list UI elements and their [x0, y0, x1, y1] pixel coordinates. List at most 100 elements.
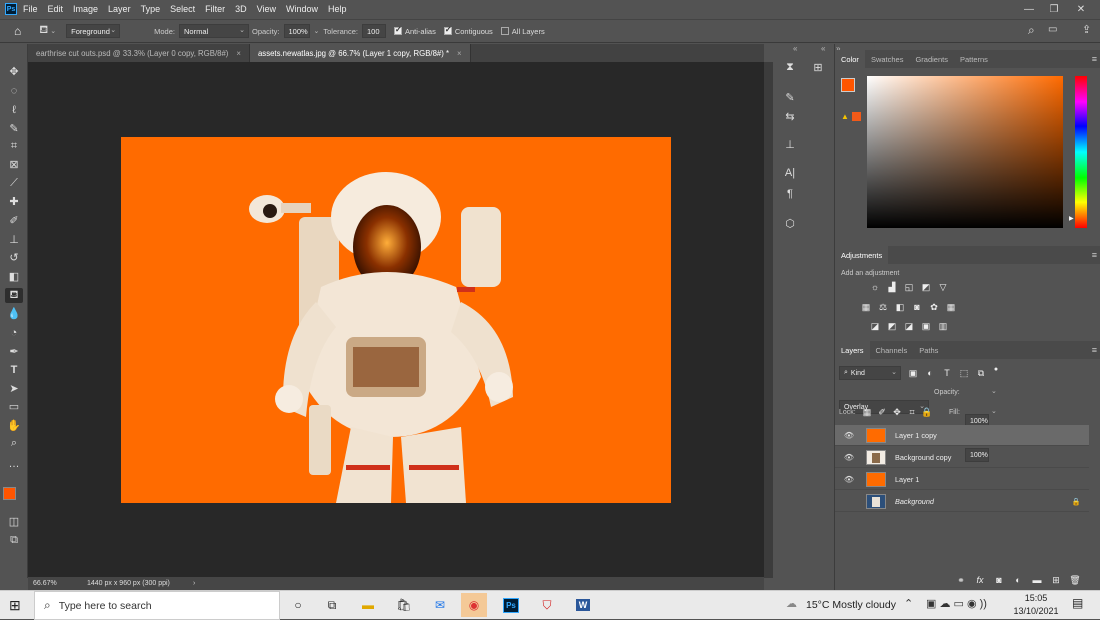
- filter-toggle-icon[interactable]: ●: [990, 364, 1002, 374]
- status-menu-arrow[interactable]: ›: [193, 580, 195, 587]
- hue-saturation-icon[interactable]: ▦: [860, 302, 872, 312]
- opacity-slider-chevron-icon[interactable]: ⌄: [314, 27, 320, 35]
- chevron-down-icon[interactable]: ⌄: [991, 407, 997, 415]
- chevron-down-icon[interactable]: ⌄: [991, 387, 997, 395]
- filter-type-icon[interactable]: T: [941, 368, 953, 378]
- frame-tool-icon[interactable]: ⊠: [5, 157, 23, 172]
- tab-channels[interactable]: Channels: [870, 341, 914, 359]
- add-layer-style-icon[interactable]: fx: [974, 575, 986, 585]
- visibility-eye-icon[interactable]: 👁: [841, 431, 857, 440]
- visibility-eye-icon[interactable]: 👁: [841, 453, 857, 462]
- share-icon[interactable]: ⇪: [1082, 23, 1091, 36]
- clone-stamp-tool-icon[interactable]: ⊥: [5, 232, 23, 247]
- panel-menu-icon[interactable]: ≡: [1092, 250, 1097, 260]
- notification-icon[interactable]: ▤: [1072, 596, 1083, 610]
- history-panel-icon[interactable]: ⧗: [780, 59, 800, 75]
- new-adjustment-layer-icon[interactable]: ◐: [1012, 575, 1024, 585]
- restore-button[interactable]: ❐: [1043, 0, 1065, 18]
- menu-image[interactable]: Image: [73, 4, 98, 14]
- invert-icon[interactable]: ◪: [869, 321, 881, 331]
- weather-text[interactable]: 15°C Mostly cloudy: [806, 599, 896, 611]
- hue-marker-icon[interactable]: ▶: [1069, 215, 1074, 222]
- tab-gradients[interactable]: Gradients: [909, 50, 954, 68]
- lock-all-icon[interactable]: 🔒: [921, 407, 933, 417]
- store-icon[interactable]: 🛍: [391, 593, 417, 617]
- lock-image-pixels-icon[interactable]: ✐: [876, 407, 888, 417]
- lock-position-icon[interactable]: ✥: [891, 407, 903, 417]
- link-layers-icon[interactable]: ⚭: [955, 575, 967, 585]
- color-balance-icon[interactable]: ⚖: [877, 302, 889, 312]
- exposure-icon[interactable]: ◩: [920, 282, 932, 292]
- paint-bucket-preset-icon[interactable]: ⛾: [39, 24, 48, 38]
- menu-file[interactable]: File: [23, 4, 38, 14]
- quick-selection-tool-icon[interactable]: ✎: [5, 121, 23, 136]
- edit-toolbar-icon[interactable]: …: [5, 456, 23, 471]
- move-tool-icon[interactable]: ✥: [5, 64, 23, 79]
- canvas-area[interactable]: [28, 62, 764, 578]
- brush-settings-icon[interactable]: ✎: [780, 89, 800, 105]
- tab-patterns[interactable]: Patterns: [954, 50, 994, 68]
- pen-tool-icon[interactable]: ✒: [5, 344, 23, 359]
- layer-row[interactable]: 👁 Background copy: [835, 447, 1089, 468]
- eraser-tool-icon[interactable]: ◧: [5, 269, 23, 284]
- path-selection-tool-icon[interactable]: ➤: [5, 381, 23, 396]
- tab-swatches[interactable]: Swatches: [865, 50, 910, 68]
- mail-icon[interactable]: ✉: [427, 593, 453, 617]
- search-icon[interactable]: ⌕: [1028, 23, 1035, 38]
- close-window-button[interactable]: ✕: [1070, 0, 1092, 18]
- type-tool-icon[interactable]: T: [5, 362, 23, 377]
- chevron-down-icon[interactable]: ⌄: [50, 27, 56, 35]
- vibrance-icon[interactable]: ▽: [937, 282, 949, 292]
- photoshop-taskbar-icon[interactable]: Ps: [498, 593, 524, 617]
- delete-layer-icon[interactable]: 🗑: [1069, 575, 1081, 585]
- threshold-icon[interactable]: ◪: [903, 321, 915, 331]
- tab-layers[interactable]: Layers: [835, 341, 870, 359]
- hand-tool-icon[interactable]: ✋: [5, 418, 23, 433]
- zoom-tool-icon[interactable]: ⌕: [5, 436, 23, 451]
- home-icon[interactable]: ⌂: [14, 24, 21, 38]
- tab-color[interactable]: Color: [835, 50, 865, 68]
- color-lookup-icon[interactable]: ▦: [945, 302, 957, 312]
- menu-edit[interactable]: Edit: [48, 4, 64, 14]
- close-tab-icon[interactable]: ×: [457, 49, 462, 58]
- paint-bucket-tool-icon[interactable]: ⛾: [5, 288, 23, 303]
- menu-3d[interactable]: 3D: [235, 4, 247, 14]
- visibility-empty-icon[interactable]: ·: [841, 497, 857, 506]
- system-tray-icons[interactable]: ▣ ☁ ▭ ◉ )): [926, 597, 987, 610]
- lock-transparent-pixels-icon[interactable]: ▦: [861, 407, 873, 417]
- hue-slider[interactable]: [1075, 76, 1087, 228]
- visibility-eye-icon[interactable]: 👁: [841, 475, 857, 484]
- gamut-color-swatch[interactable]: [852, 112, 861, 121]
- filter-shape-icon[interactable]: ⬚: [958, 368, 970, 378]
- acrobat-icon[interactable]: ⛉: [534, 593, 560, 617]
- channel-mixer-icon[interactable]: ✿: [928, 302, 940, 312]
- screen-mode-icon[interactable]: ⧉: [5, 533, 23, 548]
- photo-filter-icon[interactable]: ◙: [911, 302, 923, 312]
- filter-adjustment-icon[interactable]: ◐: [924, 368, 936, 378]
- marquee-tool-icon[interactable]: ◌: [5, 83, 23, 98]
- menu-help[interactable]: Help: [328, 4, 347, 14]
- eyedropper-tool-icon[interactable]: ⟋: [5, 176, 23, 191]
- adjustments-sliders-icon[interactable]: ⇆: [780, 108, 800, 124]
- gradient-map-icon[interactable]: ▥: [937, 321, 949, 331]
- vertical-scrollbar[interactable]: [764, 62, 773, 578]
- people-icon[interactable]: ⌃: [904, 597, 913, 610]
- tolerance-field[interactable]: 100: [361, 24, 386, 38]
- crop-tool-icon[interactable]: ⌗: [5, 139, 23, 154]
- workspace-icon[interactable]: ▭: [1048, 24, 1057, 35]
- filter-smart-object-icon[interactable]: ⧉: [975, 368, 987, 378]
- tab-assets-newatlas[interactable]: assets.newatlas.jpg @ 66.7% (Layer 1 cop…: [249, 44, 471, 62]
- clock-date[interactable]: 13/10/2021: [1011, 606, 1061, 616]
- cortana-icon[interactable]: ○: [285, 593, 311, 617]
- tab-paths[interactable]: Paths: [913, 341, 944, 359]
- add-mask-icon[interactable]: ◙: [993, 575, 1005, 585]
- color-picker-field[interactable]: [867, 76, 1063, 228]
- chrome-icon[interactable]: ◉: [461, 593, 487, 617]
- all-layers-checkbox[interactable]: [500, 27, 509, 35]
- taskbar-search-box[interactable]: ⌕ Type here to search: [34, 591, 280, 620]
- fill-source-dropdown[interactable]: Foreground ⌄: [66, 24, 121, 38]
- 3d-panel-icon[interactable]: ⬡: [780, 215, 800, 231]
- layer-filter-kind-dropdown[interactable]: ⌕ Kind ⌄: [839, 366, 901, 380]
- healing-brush-tool-icon[interactable]: ✚: [5, 194, 23, 209]
- clone-source-icon[interactable]: ⊥: [780, 136, 800, 152]
